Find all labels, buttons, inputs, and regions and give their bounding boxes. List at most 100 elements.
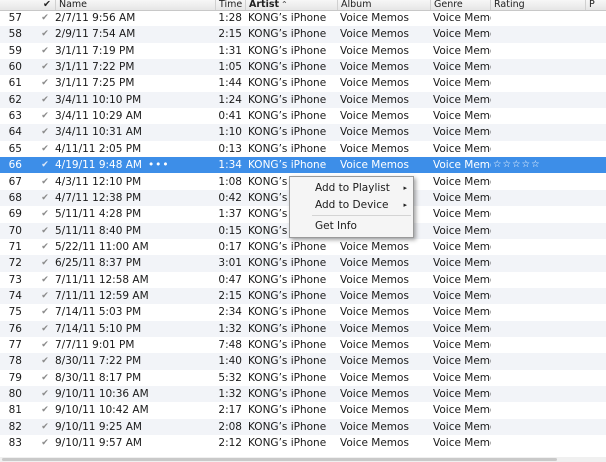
table-row[interactable]: 64 ✔ 3/4/11 10:31 AM 1:10 KONG’s iPhone Voice…	[0, 124, 606, 141]
checkbox-icon[interactable]: ✔	[40, 304, 50, 320]
checkbox-icon[interactable]: ✔	[40, 206, 50, 222]
track-name: 5/11/11 8:40 PM	[55, 224, 142, 237]
checkbox-icon[interactable]: ✔	[40, 386, 50, 402]
checkbox-icon[interactable]: ✔	[40, 43, 50, 59]
track-time: 1:32	[218, 388, 242, 401]
checkbox-icon[interactable]: ✔	[40, 337, 50, 353]
menu-item-add-to-device[interactable]: Add to Device ▸	[290, 197, 413, 214]
checkbox-icon[interactable]: ✔	[40, 174, 50, 190]
checkbox-icon[interactable]: ✔	[40, 419, 50, 435]
checkbox-icon[interactable]: ✔	[40, 92, 50, 108]
table-row[interactable]: 78 ✔ 8/30/11 7:22 PM 1:40 KONG’s iPhone Voice…	[0, 353, 606, 370]
table-row[interactable]: 65 ✔ 4/11/11 2:05 PM 0:13 KONG’s iPhone Voice…	[0, 141, 606, 157]
track-album: Voice Memos	[340, 388, 409, 401]
track-genre: Voice Memo	[433, 28, 491, 41]
track-name: 3/1/11 7:19 PM	[55, 44, 135, 57]
table-row[interactable]: 74 ✔ 7/11/11 12:59 AM 2:15 KONG’s iPhone Voic…	[0, 287, 606, 305]
menu-item-add-to-playlist[interactable]: Add to Playlist ▸	[290, 180, 413, 197]
checkbox-icon[interactable]: ✔	[40, 321, 50, 337]
table-row[interactable]: 62 ✔ 3/4/11 10:10 PM 1:24 KONG’s iPhone Voice…	[0, 91, 606, 109]
table-row[interactable]: 72 ✔ 6/25/11 8:37 PM 3:01 KONG’s iPhone Voice…	[0, 255, 606, 272]
track-name-cell: 3/1/11 7:25 PM	[55, 75, 215, 91]
track-genre: Voice Memo	[433, 175, 491, 188]
rating-stars[interactable]: ☆☆☆☆☆	[493, 157, 563, 173]
checkbox-icon[interactable]: ✔	[40, 239, 50, 255]
checkbox-icon[interactable]: ✔	[40, 108, 50, 124]
table-row[interactable]: 58 ✔ 2/9/11 7:54 AM 2:15 KONG’s iPhone Voice …	[0, 26, 606, 43]
checkbox-icon[interactable]: ✔	[40, 370, 50, 386]
table-row[interactable]: 66 ✔ 4/19/11 9:48 AM ••• 1:34 KONG’s iPhone Vo…	[0, 157, 606, 174]
checkbox-icon[interactable]: ✔	[40, 353, 50, 369]
track-genre: Voice Memo	[433, 257, 491, 270]
table-row[interactable]: 63 ✔ 3/4/11 10:29 AM 0:41 KONG’s iPhone Voice…	[0, 108, 606, 124]
header-rating[interactable]: Rating	[490, 0, 585, 10]
track-name-cell: 4/7/11 12:38 PM	[55, 190, 215, 206]
track-album: Voice Memos	[340, 420, 409, 433]
checkbox-icon[interactable]: ✔	[40, 141, 50, 157]
table-row[interactable]: 81 ✔ 9/10/11 10:42 AM 2:17 KONG’s iPhone Voic…	[0, 402, 606, 418]
header-time[interactable]: Time	[215, 0, 245, 10]
track-artist: KONG’s iPhone	[248, 289, 327, 302]
track-genre: Voice Memo	[433, 77, 491, 90]
table-row[interactable]: 83 ✔ 9/10/11 9:57 AM 2:12 KONG’s iPhone Voice…	[0, 435, 606, 451]
track-artist: KONG’s iPhone	[248, 273, 327, 286]
menu-item-get-info[interactable]: Get Info	[290, 218, 413, 235]
checkbox-icon[interactable]: ✔	[40, 435, 50, 451]
checkbox-icon[interactable]: ✔	[40, 402, 50, 418]
menu-item-label: Add to Device	[315, 199, 389, 211]
track-artist: KONG’s iPhone	[248, 371, 327, 384]
header-name[interactable]: Name	[55, 0, 215, 10]
track-time: 1:28	[218, 12, 242, 24]
row-number: 63	[8, 110, 22, 123]
table-row[interactable]: 76 ✔ 7/14/11 5:10 PM 1:32 KONG’s iPhone Voice…	[0, 320, 606, 337]
track-artist: KONG’s iPhone	[248, 77, 327, 90]
header-artist[interactable]: Artist ⌃	[245, 0, 337, 10]
track-name-cell: 6/25/11 8:37 PM	[55, 255, 215, 271]
checkbox-icon[interactable]: ✔	[40, 190, 50, 206]
table-row[interactable]: 75 ✔ 7/14/11 5:03 PM 2:34 KONG’s iPhone Voice…	[0, 304, 606, 320]
table-row[interactable]: 59 ✔ 3/1/11 7:19 PM 1:31 KONG’s iPhone Voice …	[0, 43, 606, 59]
horizontal-scrollbar[interactable]	[0, 457, 606, 462]
checkbox-icon[interactable]: ✔	[40, 75, 50, 91]
table-row[interactable]: 77 ✔ 7/7/11 9:01 PM 7:48 KONG’s iPhone Voice …	[0, 337, 606, 353]
track-genre: Voice Memo	[433, 240, 491, 253]
checkbox-icon[interactable]: ✔	[40, 59, 50, 75]
table-row[interactable]: 73 ✔ 7/11/11 12:58 AM 0:47 KONG’s iPhone Voic…	[0, 272, 606, 288]
table-row[interactable]: 61 ✔ 3/1/11 7:25 PM 1:44 KONG’s iPhone Voice …	[0, 75, 606, 91]
header-genre[interactable]: Genre	[430, 0, 490, 10]
table-row[interactable]: 57 ✔ 2/7/11 9:56 AM 1:28 KONG’s iPhone Voice …	[0, 10, 606, 26]
track-artist: KONG’s iPhone	[248, 437, 327, 450]
track-artist: KONG’s iPhone	[248, 142, 327, 155]
more-icon[interactable]: •••	[148, 159, 170, 171]
checkbox-icon[interactable]: ✔	[40, 157, 50, 173]
track-artist: KONG’s iPhone	[248, 339, 327, 351]
table-row[interactable]: 82 ✔ 9/10/11 9:25 AM 2:08 KONG’s iPhone Voice…	[0, 418, 606, 436]
track-genre: Voice Memo	[433, 142, 491, 155]
table-row[interactable]: 60 ✔ 3/1/11 7:22 PM 1:05 KONG’s iPhone Voice …	[0, 59, 606, 76]
menu-separator	[312, 215, 411, 216]
checkbox-icon[interactable]: ✔	[40, 272, 50, 288]
track-time: 2:15	[218, 289, 242, 302]
table-row[interactable]: 80 ✔ 9/10/11 10:36 AM 1:32 KONG’s iPhone Voic…	[0, 386, 606, 403]
table-row[interactable]: 71 ✔ 5/22/11 11:00 AM 0:17 KONG’s iPhone Voic…	[0, 239, 606, 255]
checkbox-icon[interactable]: ✔	[40, 223, 50, 239]
table-row[interactable]: 79 ✔ 8/30/11 8:17 PM 5:32 KONG’s iPhone Voice…	[0, 370, 606, 386]
track-time: 1:32	[218, 322, 242, 335]
track-name-cell: 7/14/11 5:10 PM	[55, 321, 215, 337]
track-name-cell: 5/22/11 11:00 AM	[55, 239, 215, 255]
track-name: 2/7/11 9:56 AM	[55, 12, 136, 24]
checkbox-icon[interactable]: ✔	[40, 10, 50, 26]
checkbox-icon[interactable]: ✔	[40, 124, 50, 140]
header-extra[interactable]: P	[585, 0, 606, 10]
track-name-cell: 5/11/11 8:40 PM	[55, 223, 215, 239]
checkbox-icon[interactable]: ✔	[40, 288, 50, 304]
track-artist: KONG’s iPhone	[248, 61, 327, 74]
track-genre: Voice Memo	[433, 322, 491, 335]
checkbox-icon[interactable]: ✔	[40, 255, 50, 271]
track-time: 1:05	[218, 61, 242, 74]
scrollbar-thumb[interactable]	[2, 458, 557, 461]
header-check[interactable]: ✔	[40, 0, 55, 10]
checkbox-icon[interactable]: ✔	[40, 26, 50, 42]
header-album[interactable]: Album	[337, 0, 430, 10]
track-album: Voice Memos	[340, 110, 409, 123]
